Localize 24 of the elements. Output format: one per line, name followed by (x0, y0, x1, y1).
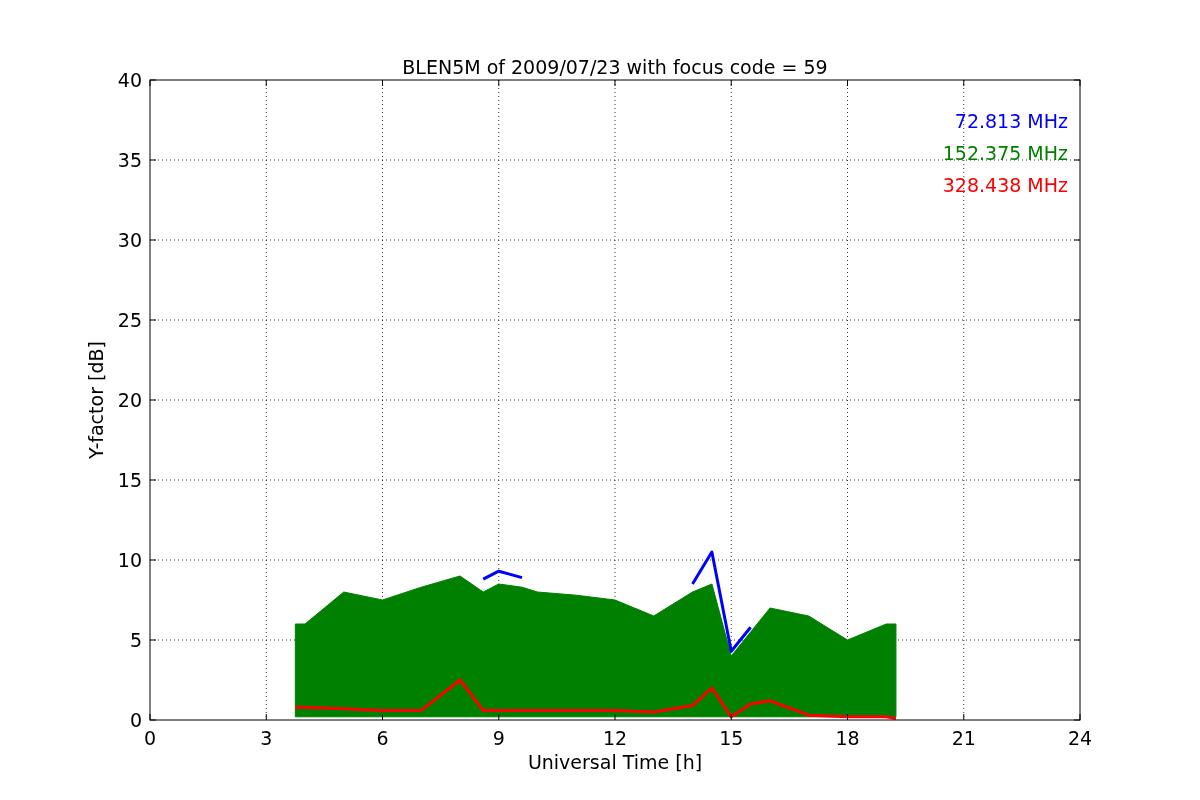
legend-label: 72.813 MHz (954, 110, 1068, 132)
y-tick-label: 30 (117, 229, 142, 251)
x-tick-label: 21 (951, 727, 976, 749)
y-axis-label: Y-factor [dB] (85, 341, 107, 459)
x-tick-label: 24 (1067, 727, 1093, 749)
y-tick-label: 25 (117, 309, 142, 331)
x-axis-label: Universal Time [h] (527, 751, 703, 773)
y-tick-label: 20 (117, 389, 142, 411)
y-tick-label: 10 (117, 549, 142, 571)
y-tick-label: 5 (129, 629, 142, 651)
y-tick-label: 15 (117, 469, 142, 491)
legend-label: 328.438 MHz (942, 174, 1068, 196)
chart-title: BLEN5M of 2009/07/23 with focus code = 59 (402, 56, 828, 78)
x-tick-label: 0 (143, 727, 157, 749)
x-tick-label: 12 (602, 727, 628, 749)
y-tick-label: 40 (117, 69, 142, 91)
y-tick-label: 0 (129, 709, 142, 731)
x-tick-label: 18 (835, 727, 860, 749)
legend-label: 152.375 MHz (942, 142, 1068, 164)
y-tick-label: 35 (117, 149, 142, 171)
x-tick-label: 9 (492, 727, 505, 749)
x-tick-label: 15 (719, 727, 744, 749)
x-tick-label: 3 (260, 727, 273, 749)
x-tick-label: 6 (376, 727, 389, 749)
